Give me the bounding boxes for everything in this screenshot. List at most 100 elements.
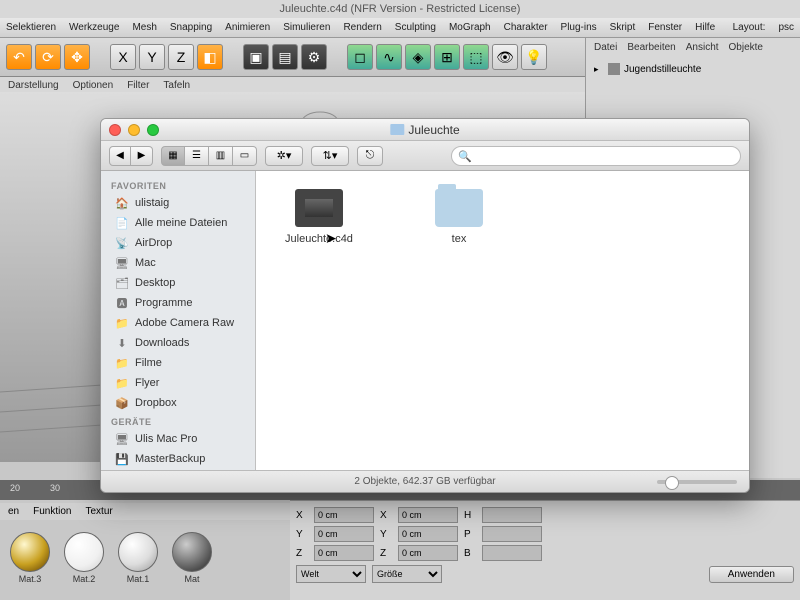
material-swatch[interactable]: Mat.3 <box>6 532 54 584</box>
attr-y-pos[interactable] <box>314 526 374 542</box>
om-tab-ansicht[interactable]: Ansicht <box>686 42 719 53</box>
attr-p[interactable] <box>482 526 542 542</box>
render-frame-icon[interactable]: ▣ <box>243 44 269 70</box>
mat-tab-funktion[interactable]: Funktion <box>33 506 71 517</box>
search-input[interactable] <box>451 146 741 166</box>
redo-icon[interactable]: ⟳ <box>35 44 61 70</box>
apply-button[interactable]: Anwenden <box>709 566 794 583</box>
sidebar-item-desktop[interactable]: 🗂Desktop <box>101 273 255 293</box>
size-mode-select[interactable]: Größe <box>372 565 442 583</box>
om-tab-datei[interactable]: Datei <box>594 42 617 53</box>
layout-value[interactable]: psc <box>778 22 794 33</box>
finder-toolbar: ◀ ▶ ▦ ☰ ▥ ▭ ✲▾ ⇅▾ ⎋ 🔍 <box>101 141 749 171</box>
sidebar-device-masterbackup[interactable]: 💾MasterBackup <box>101 449 255 469</box>
material-swatch[interactable]: Mat.1 <box>114 532 162 584</box>
menu-werkzeuge[interactable]: Werkzeuge <box>69 22 119 33</box>
sidebar-item-flyer[interactable]: 📁Flyer <box>101 373 255 393</box>
sidebar-item-airdrop[interactable]: 📡AirDrop <box>101 233 255 253</box>
menu-selektieren[interactable]: Selektieren <box>6 22 56 33</box>
share-button[interactable]: ⎋ <box>357 146 383 166</box>
sidebar-item-adobe-camera-raw[interactable]: 📁Adobe Camera Raw <box>101 313 255 333</box>
column-view-button[interactable]: ▥ <box>209 146 233 166</box>
tab-tafeln[interactable]: Tafeln <box>163 80 190 91</box>
sidebar-item-ulistaig[interactable]: 🏠ulistaig <box>101 193 255 213</box>
file-item[interactable]: Juleuchte.c4d <box>274 189 364 245</box>
finder-content[interactable]: Juleuchte.c4d tex <box>256 171 749 470</box>
sidebar-item-downloads[interactable]: ⬇Downloads <box>101 333 255 353</box>
om-tab-bearbeiten[interactable]: Bearbeiten <box>627 42 675 53</box>
timeline-mark: 30 <box>50 483 60 497</box>
tab-filter[interactable]: Filter <box>127 80 149 91</box>
nurbs-icon[interactable]: ◈ <box>405 44 431 70</box>
expand-icon[interactable]: ▸ <box>594 64 604 75</box>
attr-h[interactable] <box>482 507 542 523</box>
render-region-icon[interactable]: ▤ <box>272 44 298 70</box>
array-icon[interactable]: ⊞ <box>434 44 460 70</box>
sidebar-item-alle-meine-dateien[interactable]: 📄Alle meine Dateien <box>101 213 255 233</box>
menu-mesh[interactable]: Mesh <box>132 22 156 33</box>
mat-tab-en[interactable]: en <box>8 506 19 517</box>
menu-animieren[interactable]: Animieren <box>225 22 270 33</box>
sidebar-device-ulis-mac-pro[interactable]: 🖥Ulis Mac Pro <box>101 429 255 449</box>
primitive-cube-icon[interactable]: ◻ <box>347 44 373 70</box>
back-button[interactable]: ◀ <box>109 146 131 166</box>
sidebar-label: Flyer <box>135 377 159 389</box>
undo-icon[interactable]: ↶ <box>6 44 32 70</box>
close-icon[interactable] <box>109 124 121 136</box>
y-axis-icon[interactable]: Y <box>139 44 165 70</box>
menu-plugins[interactable]: Plug-ins <box>561 22 597 33</box>
object-name: Jugendstilleuchte <box>624 64 701 75</box>
icon-size-slider[interactable] <box>657 480 737 484</box>
attr-z-size[interactable] <box>398 545 458 561</box>
attr-x-size[interactable] <box>398 507 458 523</box>
material-swatch[interactable]: Mat <box>168 532 216 584</box>
move-icon[interactable]: ✥ <box>64 44 90 70</box>
sidebar-item-programme[interactable]: 🅰Programme <box>101 293 255 313</box>
attr-z-pos[interactable] <box>314 545 374 561</box>
minimize-icon[interactable] <box>128 124 140 136</box>
finder-sidebar: FAVORITEN 🏠ulistaig📄Alle meine Dateien📡A… <box>101 171 256 470</box>
forward-button[interactable]: ▶ <box>131 146 153 166</box>
attr-b[interactable] <box>482 545 542 561</box>
menu-rendern[interactable]: Rendern <box>343 22 381 33</box>
render-settings-icon[interactable]: ⚙ <box>301 44 327 70</box>
menu-sculpting[interactable]: Sculpting <box>395 22 436 33</box>
zoom-icon[interactable] <box>147 124 159 136</box>
menu-fenster[interactable]: Fenster <box>648 22 682 33</box>
material-swatch[interactable]: Mat.2 <box>60 532 108 584</box>
mat-tab-textur[interactable]: Textur <box>85 506 112 517</box>
tab-optionen[interactable]: Optionen <box>73 80 114 91</box>
coord-space-select[interactable]: Welt <box>296 565 366 583</box>
menu-snapping[interactable]: Snapping <box>170 22 212 33</box>
folder-icon <box>435 189 483 227</box>
object-row[interactable]: ▸ Jugendstilleuchte <box>594 63 792 75</box>
z-axis-icon[interactable]: Z <box>168 44 194 70</box>
deformer-icon[interactable]: ⬚ <box>463 44 489 70</box>
om-tab-objekte[interactable]: Objekte <box>729 42 763 53</box>
list-view-button[interactable]: ☰ <box>185 146 209 166</box>
menu-mograph[interactable]: MoGraph <box>449 22 491 33</box>
menu-skript[interactable]: Skript <box>610 22 636 33</box>
camera-icon[interactable]: 👁 <box>492 44 518 70</box>
spline-icon[interactable]: ∿ <box>376 44 402 70</box>
finder-window[interactable]: Juleuchte ◀ ▶ ▦ ☰ ▥ ▭ ✲▾ ⇅▾ ⎋ 🔍 FAVORITE… <box>100 118 750 493</box>
menu-hilfe[interactable]: Hilfe <box>695 22 715 33</box>
light-icon[interactable]: 💡 <box>521 44 547 70</box>
attr-y-size[interactable] <box>398 526 458 542</box>
attr-x-pos[interactable] <box>314 507 374 523</box>
tab-darstellung[interactable]: Darstellung <box>8 80 59 91</box>
x-axis-icon[interactable]: X <box>110 44 136 70</box>
menu-charakter[interactable]: Charakter <box>504 22 548 33</box>
menu-simulieren[interactable]: Simulieren <box>283 22 330 33</box>
sidebar-item-dropbox[interactable]: 📦Dropbox <box>101 393 255 413</box>
icon-view-button[interactable]: ▦ <box>161 146 185 166</box>
sidebar-item-mac[interactable]: 🖥Mac <box>101 253 255 273</box>
attr-p-label: P <box>464 529 476 540</box>
folder-item[interactable]: tex <box>414 189 504 245</box>
coverflow-view-button[interactable]: ▭ <box>233 146 257 166</box>
cube-tool-icon[interactable]: ◧ <box>197 44 223 70</box>
action-menu-button[interactable]: ✲▾ <box>265 146 303 166</box>
sidebar-item-filme[interactable]: 📁Filme <box>101 353 255 373</box>
arrange-menu-button[interactable]: ⇅▾ <box>311 146 349 166</box>
finder-titlebar[interactable]: Juleuchte <box>101 119 749 141</box>
